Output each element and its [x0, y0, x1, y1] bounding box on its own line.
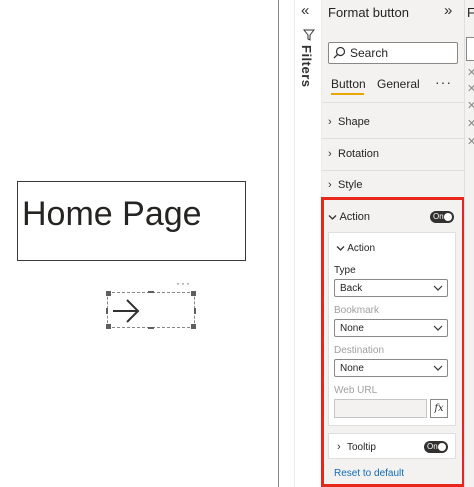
chevron-down-icon — [433, 325, 443, 331]
web-url-input[interactable] — [334, 399, 427, 418]
section-rotation[interactable]: › Rotation — [328, 148, 379, 160]
tab-button[interactable]: Button — [331, 77, 366, 91]
search-placeholder: Search — [350, 46, 389, 60]
toggle-knob — [444, 213, 452, 221]
tooltip-label: Tooltip — [347, 442, 376, 453]
type-label: Type — [334, 265, 356, 276]
funnel-icon — [303, 29, 315, 41]
viz-search-input[interactable] — [466, 37, 474, 61]
reset-to-default-link[interactable]: Reset to default — [334, 468, 404, 479]
pane-title: Format button — [328, 5, 409, 20]
close-icon[interactable]: ✕ — [467, 117, 474, 130]
bookmark-label: Bookmark — [334, 305, 380, 316]
conditional-format-button[interactable]: fx — [430, 399, 448, 418]
close-icon[interactable]: ✕ — [467, 66, 474, 79]
close-icon[interactable]: ✕ — [467, 82, 474, 95]
action-toggle[interactable]: On — [430, 211, 454, 223]
section-label: Style — [338, 179, 363, 191]
chevron-down-icon — [433, 285, 443, 291]
type-value: Back — [340, 283, 363, 294]
active-tab-indicator — [331, 93, 364, 95]
resize-handle[interactable] — [191, 324, 196, 329]
section-action[interactable]: Action — [328, 211, 370, 223]
canvas-divider — [278, 0, 279, 487]
section-label: Shape — [338, 116, 370, 128]
bookmark-value: None — [340, 323, 364, 334]
resize-handle[interactable] — [106, 308, 108, 314]
visual-more-options[interactable]: ··· — [176, 276, 191, 290]
destination-value: None — [340, 363, 364, 374]
expand-right-icon[interactable]: » — [444, 2, 452, 19]
section-label: Action — [339, 211, 371, 223]
close-icon[interactable]: ✕ — [467, 135, 474, 148]
close-icon[interactable]: ✕ — [467, 99, 474, 112]
section-style[interactable]: › Style — [328, 179, 362, 191]
resize-handle[interactable] — [148, 327, 154, 329]
tooltip-toggle[interactable]: On — [424, 441, 448, 453]
more-tabs-icon[interactable]: ··· — [435, 74, 452, 90]
chevron-down-icon — [336, 245, 345, 251]
divider — [322, 138, 464, 139]
web-url-label: Web URL — [334, 385, 378, 396]
search-input[interactable] — [328, 42, 458, 64]
viz-pane-title: F — [467, 5, 474, 20]
action-card-header[interactable]: Action — [336, 243, 375, 254]
divider — [322, 102, 464, 103]
chevron-right-icon: › — [328, 116, 332, 128]
divider — [322, 170, 464, 171]
chevron-down-icon — [433, 365, 443, 371]
resize-handle[interactable] — [148, 291, 154, 293]
filters-label[interactable]: Filters — [299, 45, 314, 88]
arrow-right-icon — [113, 299, 140, 323]
section-label: Rotation — [338, 148, 379, 160]
collapse-left-icon[interactable]: « — [301, 2, 309, 19]
resize-handle[interactable] — [191, 291, 196, 296]
resize-handle[interactable] — [194, 308, 196, 314]
chevron-right-icon: › — [328, 148, 332, 160]
chevron-right-icon: › — [328, 179, 332, 191]
search-icon — [333, 46, 346, 59]
destination-dropdown[interactable]: None — [334, 359, 448, 377]
chevron-right-icon: › — [337, 441, 341, 453]
tab-general[interactable]: General — [377, 77, 420, 91]
destination-label: Destination — [334, 345, 385, 356]
bookmark-dropdown[interactable]: None — [334, 319, 448, 337]
action-card-title: Action — [347, 243, 376, 254]
tooltip-header[interactable]: › Tooltip — [337, 441, 376, 453]
type-dropdown[interactable]: Back — [334, 279, 448, 297]
chevron-down-icon — [328, 214, 337, 220]
home-page-title: Home Page — [22, 195, 202, 233]
toggle-label: On — [433, 212, 444, 221]
toggle-label: On — [427, 442, 438, 451]
section-shape[interactable]: › Shape — [328, 116, 370, 128]
toggle-knob — [438, 443, 446, 451]
